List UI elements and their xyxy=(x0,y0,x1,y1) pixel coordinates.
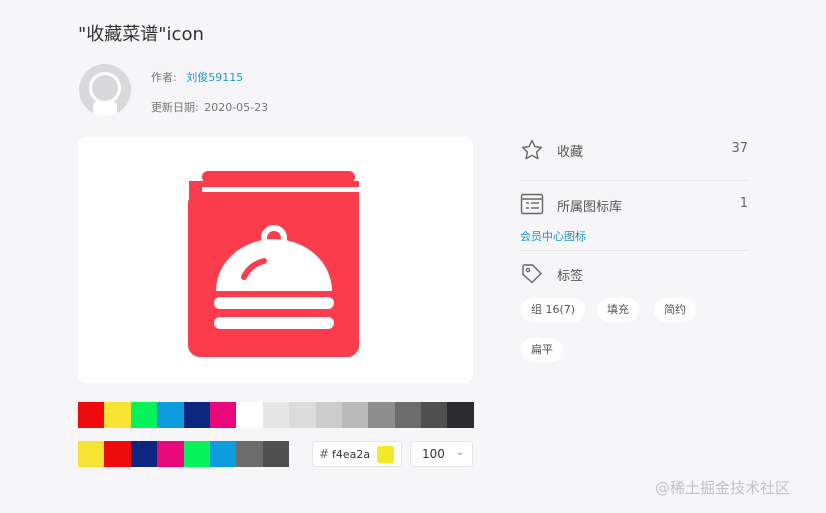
member-center-link[interactable]: 会员中心图标 xyxy=(520,228,586,244)
color-palette-row-2 xyxy=(78,441,290,467)
favorite-row[interactable]: 收藏 37 xyxy=(520,138,748,162)
hash-symbol: # xyxy=(319,447,330,461)
author-label: 作者: xyxy=(151,71,177,84)
color-swatch[interactable] xyxy=(130,441,158,467)
color-swatch[interactable] xyxy=(341,402,369,428)
color-swatch[interactable] xyxy=(421,402,448,428)
watermark: @稀土掘金技术社区 xyxy=(655,479,791,497)
divider xyxy=(520,250,748,251)
tags-label: 标签 xyxy=(557,269,584,284)
hex-value[interactable]: f4ea2a xyxy=(332,448,370,461)
color-swatch[interactable] xyxy=(209,402,237,428)
size-select[interactable]: 100 ⌄ xyxy=(410,441,473,467)
favorite-count: 37 xyxy=(731,141,748,156)
tag-chip[interactable]: 简约 xyxy=(654,298,696,322)
tag-icon xyxy=(522,264,542,284)
divider xyxy=(520,180,748,181)
updated-line: 更新日期: 2020-05-23 xyxy=(151,99,268,115)
plate-top xyxy=(214,297,334,309)
color-swatch[interactable] xyxy=(262,441,290,467)
size-value: 100 xyxy=(422,447,445,461)
library-count: 1 xyxy=(739,196,748,211)
color-swatch[interactable] xyxy=(368,402,395,428)
chevron-down-icon: ⌄ xyxy=(455,447,464,458)
favorite-label: 收藏 xyxy=(557,145,584,160)
color-swatch[interactable] xyxy=(447,402,474,428)
avatar[interactable] xyxy=(79,64,131,116)
updated-date: 2020-05-23 xyxy=(204,101,269,114)
color-palette-row-1 xyxy=(78,402,474,428)
color-swatch[interactable] xyxy=(209,441,237,467)
recipe-book-icon xyxy=(188,171,359,357)
icon-preview xyxy=(78,137,473,383)
color-swatch[interactable] xyxy=(236,441,263,467)
color-swatch[interactable] xyxy=(394,402,422,428)
avatar-head xyxy=(89,72,121,104)
color-chip[interactable] xyxy=(377,446,394,463)
list-icon xyxy=(520,193,544,215)
hex-color-input[interactable]: # f4ea2a xyxy=(312,441,402,467)
color-swatch[interactable] xyxy=(157,402,184,428)
author-line: 作者: 刘俊59115 xyxy=(151,69,243,85)
color-swatch[interactable] xyxy=(78,441,105,467)
color-swatch[interactable] xyxy=(262,402,290,428)
color-swatch[interactable] xyxy=(183,402,210,428)
tag-chip[interactable]: 扁平 xyxy=(521,338,563,362)
tags-header: 标签 xyxy=(520,262,748,286)
tag-chip[interactable]: 组 16(7) xyxy=(521,298,586,322)
color-swatch[interactable] xyxy=(289,402,316,428)
color-swatch[interactable] xyxy=(315,402,342,428)
avatar-body xyxy=(93,102,117,116)
color-swatch[interactable] xyxy=(236,402,263,428)
author-link[interactable]: 刘俊59115 xyxy=(186,71,243,84)
tag-chip[interactable]: 填充 xyxy=(597,298,639,322)
star-icon[interactable] xyxy=(520,138,544,162)
page-title: "收藏菜谱"icon xyxy=(78,24,204,45)
color-swatch[interactable] xyxy=(130,402,158,428)
color-swatch[interactable] xyxy=(104,402,131,428)
color-swatch[interactable] xyxy=(183,441,210,467)
library-label: 所属图标库 xyxy=(557,200,623,215)
color-swatch[interactable] xyxy=(157,441,184,467)
color-swatch[interactable] xyxy=(78,402,105,428)
color-swatch[interactable] xyxy=(104,441,131,467)
library-row[interactable]: 所属图标库 1 xyxy=(520,193,748,217)
book-gap xyxy=(202,187,359,192)
updated-label: 更新日期: xyxy=(151,101,199,114)
plate-bottom xyxy=(214,317,334,329)
